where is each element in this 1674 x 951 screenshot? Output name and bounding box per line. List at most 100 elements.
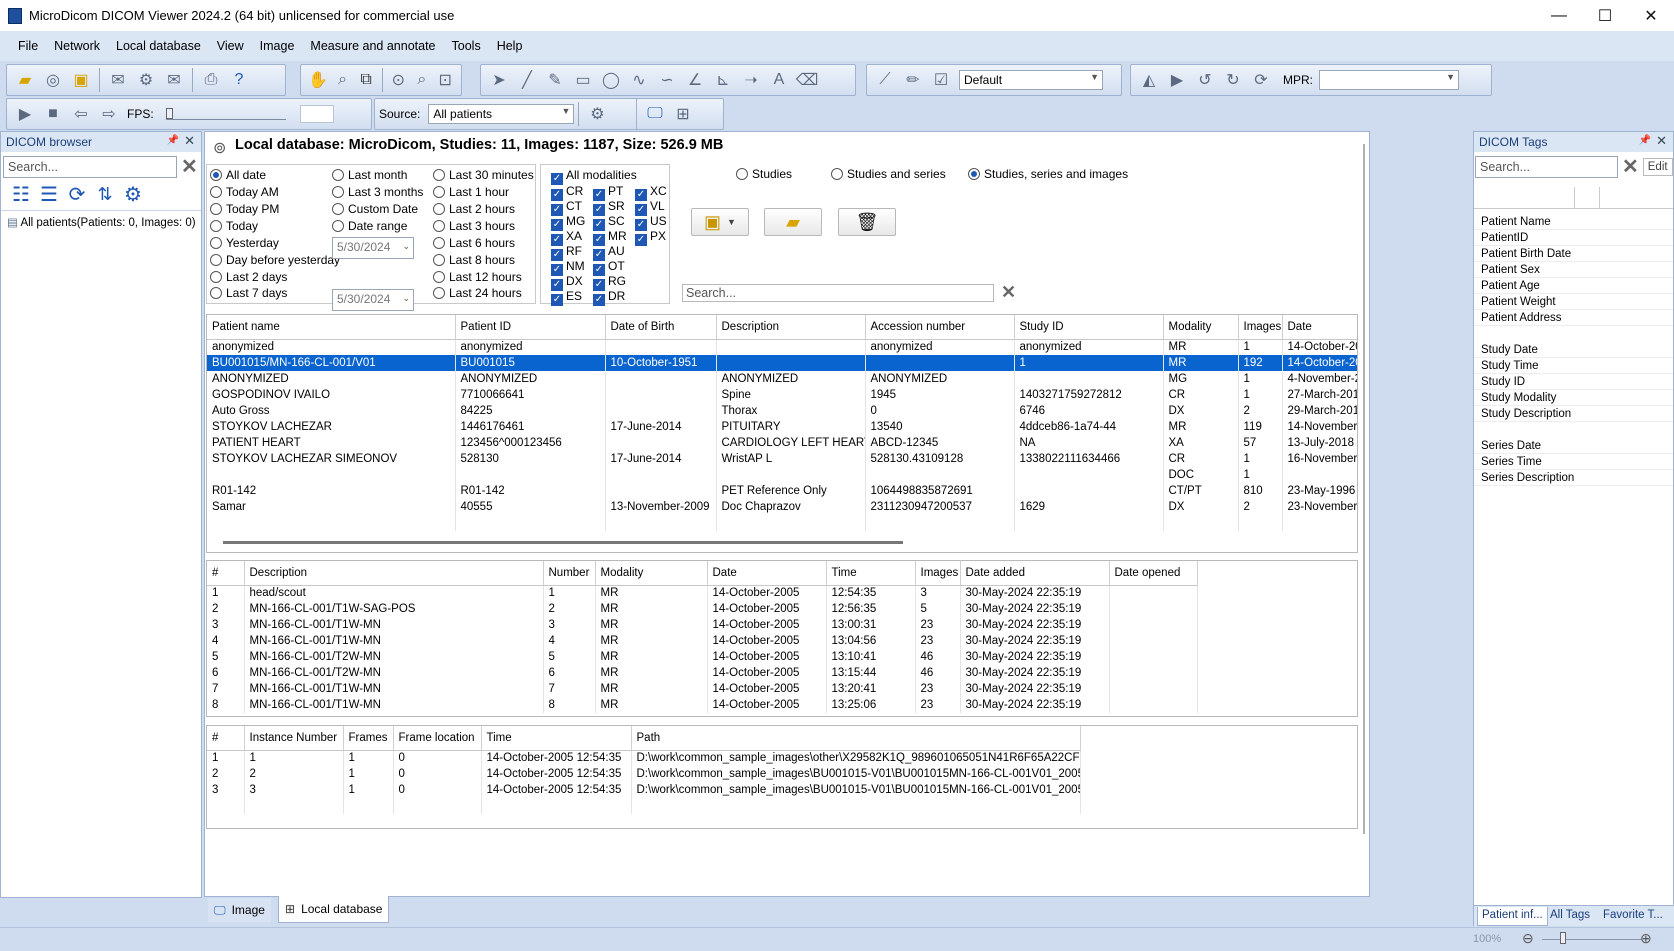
menu-help[interactable]: Help [497,39,523,53]
radio-last-1-hour[interactable]: Last 1 hour [433,185,509,199]
cobb-angle-icon[interactable]: ⊾ [712,69,734,91]
studies-column-header[interactable]: Patient name [207,315,456,340]
radio-studies-series-images[interactable]: Studies, series and images [968,167,1128,181]
text-icon[interactable]: A [768,69,790,91]
series-column-header[interactable]: Date added [960,561,1110,586]
stop-icon[interactable]: ■ [42,103,64,125]
radio-last-2-hours[interactable]: Last 2 hours [433,202,515,216]
pin-icon[interactable]: 📌 [167,135,179,146]
delete-button[interactable]: 🗑 [838,208,896,236]
zoom-out-icon[interactable]: ⊖ [1522,930,1534,947]
edit-preset-icon[interactable]: ☑ [930,69,952,91]
studies-column-header[interactable]: Patient ID [455,315,606,340]
zoom-icon[interactable]: ⌕ [334,69,351,91]
checkbox-px[interactable]: ✓ PX [635,229,666,246]
tag-row[interactable]: Study ID [1474,374,1673,390]
tag-row[interactable]: Study Description [1474,406,1673,422]
tab-favorite-tags[interactable]: Favorite T... [1603,909,1663,921]
radio-all-date[interactable]: All date [210,168,266,182]
fps-slider[interactable] [165,108,286,120]
radio-last-24-hours[interactable]: Last 24 hours [433,286,522,300]
settings-gear-icon[interactable]: ⚙ [586,103,608,125]
images-row[interactable] [207,798,1081,814]
angle-icon[interactable]: ∠ [684,69,706,91]
minimize-button[interactable]: — [1536,0,1582,31]
series-column-header[interactable]: Number [543,561,596,586]
preset-select[interactable]: Default ▼ [959,70,1103,90]
radio-today-am[interactable]: Today AM [210,185,279,199]
radio-custom-date[interactable]: Custom Date [332,202,418,216]
images-column-header[interactable]: Frame location [393,726,482,751]
help-icon[interactable]: ? [228,69,250,91]
tag-row[interactable]: PatientID [1474,230,1673,246]
brush-icon[interactable]: ✏ [902,69,924,91]
print-icon[interactable]: ⎙ [200,69,222,91]
zoom-in-icon[interactable]: ⊕ [1640,930,1652,947]
images-row[interactable]: 2 2 1 0 14-October-2005 12:54:35 D:\work\comm… [207,766,1081,782]
open-folder-button[interactable]: ▰ [764,208,822,236]
series-column-header[interactable]: # [207,561,245,586]
remove-list-icon[interactable]: ☰ [38,184,60,206]
radio-day-before-yesterday[interactable]: Day before yesterday [210,253,340,267]
source-select[interactable]: All patients ▼ [428,104,575,124]
radio-last-3-hours[interactable]: Last 3 hours [433,219,515,233]
tab-local-database[interactable]: ⊞ Local database [278,896,390,923]
radio-last-7-days[interactable]: Last 7 days [210,286,287,300]
studies-row[interactable]: Auto Gross 84225 Thorax 0 6746 DX 2 29-March-20… [207,403,1357,419]
series-row[interactable]: 7 MN-166-CL-001/T1W-MN 7 MR 14-October-2005 1… [207,681,1198,697]
radio-yesterday[interactable]: Yesterday [210,236,279,250]
studies-column-header[interactable]: Description [716,315,866,340]
fit-icon[interactable]: ⊡ [437,69,454,91]
series-row[interactable]: 4 MN-166-CL-001/T1W-MN 4 MR 14-October-2005 1… [207,633,1198,649]
freehand-icon[interactable]: ∽ [656,69,678,91]
pointer-icon[interactable]: ➤ [488,69,510,91]
windows-icon[interactable]: ⧉ [357,69,374,91]
pin-icon[interactable]: 📌 [1639,135,1651,146]
tag-row[interactable]: Study Date [1474,342,1673,358]
tag-row[interactable]: Study Time [1474,358,1673,374]
series-column-header[interactable]: Date [707,561,827,586]
radio-last-2-days[interactable]: Last 2 days [210,270,287,284]
series-column-header[interactable]: Images [915,561,961,586]
images-column-header[interactable]: Time [481,726,632,751]
tab-all-tags[interactable]: All Tags [1550,909,1590,921]
series-row[interactable]: 8 MN-166-CL-001/T1W-MN 8 MR 14-October-2005 1… [207,697,1198,713]
next-icon[interactable]: ⇨ [98,103,120,125]
menu-measure-annotate[interactable]: Measure and annotate [310,39,435,53]
radio-today-pm[interactable]: Today PM [210,202,279,216]
radio-studies-and-series[interactable]: Studies and series [831,167,946,181]
radio-date-range[interactable]: Date range [332,219,407,233]
zoom-slider[interactable] [1542,939,1642,940]
vertical-scrollbar[interactable] [1363,144,1365,834]
ellipse-icon[interactable]: ◯ [600,69,622,91]
images-row[interactable]: 1 1 1 0 14-October-2005 12:54:35 D:\work\comm… [207,750,1081,766]
clear-search-icon[interactable]: ✕ [1622,154,1639,179]
tag-row[interactable]: Series Date [1474,438,1673,454]
flip-horizontal-icon[interactable]: ◭ [1138,69,1160,91]
curve-tool-icon[interactable]: ⟋ [874,69,896,91]
menu-tools[interactable]: Tools [452,39,481,53]
studies-row[interactable]: DOC 1 [207,467,1357,483]
curve-icon[interactable]: ∿ [628,69,650,91]
tags-search-input[interactable]: Search... [1475,155,1618,178]
slider-thumb[interactable] [165,108,173,119]
radio-last-30-minutes[interactable]: Last 30 minutes [433,168,534,182]
series-column-header[interactable]: Time [826,561,916,586]
studies-row[interactable]: STOYKOV LACHEZAR 1446176461 17-June-2014 PI… [207,419,1357,435]
images-column-header[interactable]: Path [631,726,1081,751]
menu-image[interactable]: Image [260,39,295,53]
tag-row[interactable]: Patient Address [1474,310,1673,326]
menu-network[interactable]: Network [54,39,100,53]
studies-row[interactable]: STOYKOV LACHEZAR SIMEONOV 528130 17-June-2… [207,451,1357,467]
studies-column-header[interactable]: Study ID [1014,315,1164,340]
tag-row[interactable]: Series Description [1474,470,1673,486]
play-next-icon[interactable]: ▶ [1166,69,1188,91]
studies-row[interactable]: ANONYMIZED ANONYMIZED ANONYMIZED ANONYMIZED… [207,371,1357,387]
open-database-icon[interactable]: ▣ [70,69,92,91]
close-icon[interactable]: ✕ [184,133,195,149]
database-search-input[interactable]: Search... [682,284,994,302]
radio-last-month[interactable]: Last month [332,168,407,182]
edit-tags-button[interactable]: Edit [1642,157,1673,176]
clear-search-icon[interactable]: ✕ [181,154,198,179]
images-column-header[interactable]: Instance Number [244,726,344,751]
